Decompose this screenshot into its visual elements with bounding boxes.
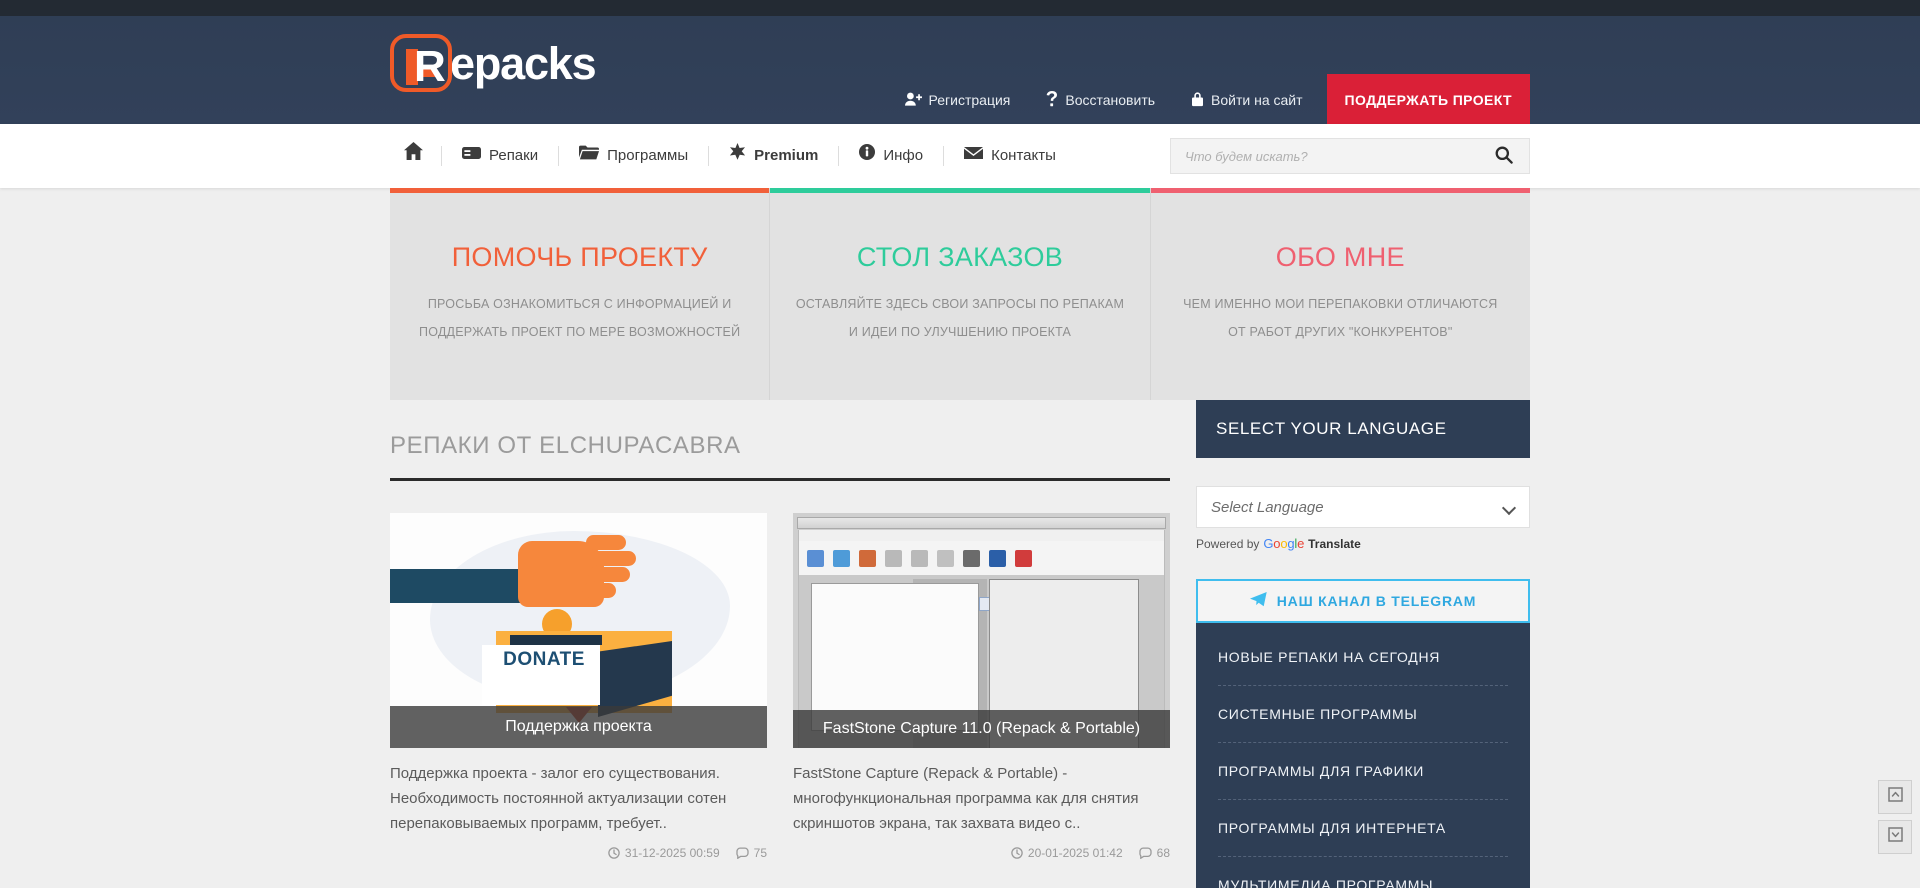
article-title[interactable]: FastStone Capture 11.0 (Repack & Portabl… <box>793 710 1170 748</box>
category-item-system-programs[interactable]: СИСТЕМНЫЕ ПРОГРАММЫ <box>1218 686 1508 743</box>
category-item-internet-programs[interactable]: ПРОГРАММЫ ДЛЯ ИНТЕРНЕТА <box>1218 800 1508 857</box>
scroll-buttons <box>1878 780 1912 854</box>
article-list: DONATE Поддержка проекта Поддержка проек… <box>390 481 1170 860</box>
sidebar: SELECT YOUR LANGUAGE Select Language Pow… <box>1196 400 1530 888</box>
promo-title: СТОЛ ЗАКАЗОВ <box>856 242 1064 272</box>
envelope-icon <box>964 124 984 188</box>
article-thumbnail[interactable]: FastStone Capture 11.0 (Repack & Portabl… <box>793 513 1170 748</box>
main-column: РЕПАКИ ОТ ELCHUPACABRA DONATE Поддержка … <box>390 400 1170 888</box>
promo-boxes: ПОМОЧЬ ПРОЕКТУ ПРОСЬБА ОЗНАКОМИТЬСЯ С ИН… <box>390 188 1530 400</box>
nav-item-premium[interactable]: Premium <box>709 124 838 188</box>
language-select-wrap: Select Language <box>1196 458 1530 528</box>
scroll-up-button[interactable] <box>1878 780 1912 814</box>
search-input[interactable] <box>1170 138 1478 174</box>
register-link[interactable]: Регистрация <box>904 92 1011 109</box>
logo-icon: R <box>390 34 452 92</box>
star-icon <box>729 124 746 188</box>
nav-item-home[interactable] <box>390 124 441 188</box>
category-item-graphics-programs[interactable]: ПРОГРАММЫ ДЛЯ ГРАФИКИ <box>1218 743 1508 800</box>
promo-accent-line <box>390 188 770 193</box>
search-button[interactable] <box>1478 138 1530 174</box>
language-widget-title: SELECT YOUR LANGUAGE <box>1196 400 1530 458</box>
article-comments: 75 <box>735 846 767 860</box>
nav-item-programs[interactable]: Программы <box>559 124 708 188</box>
telegram-button-label: НАШ КАНАЛ В TELEGRAM <box>1276 593 1477 609</box>
category-item-multimedia-programs[interactable]: МУЛЬТИМЕДИА ПРОГРАММЫ <box>1218 857 1508 888</box>
recover-link[interactable]: Восстановить <box>1046 90 1156 110</box>
top-strip <box>0 0 1920 16</box>
article-date: 20-01-2025 01:42 <box>1011 846 1123 860</box>
nav-item-info-label: Инфо <box>883 147 924 164</box>
clock-icon <box>608 847 620 859</box>
google-logo-icon: Google <box>1263 536 1305 551</box>
promo-accent-line <box>1150 188 1530 193</box>
scroll-down-button[interactable] <box>1878 820 1912 854</box>
nav-item-contacts-label: Контакты <box>991 147 1056 164</box>
lock-icon <box>1191 91 1204 110</box>
support-project-button[interactable]: ПОДДЕРЖАТЬ ПРОЕКТ <box>1326 74 1530 126</box>
register-label: Регистрация <box>928 92 1011 108</box>
user-plus-icon <box>904 92 922 109</box>
language-select[interactable]: Select Language <box>1196 486 1530 528</box>
promo-help-project[interactable]: ПОМОЧЬ ПРОЕКТУ ПРОСЬБА ОЗНАКОМИТЬСЯ С ИН… <box>390 188 771 400</box>
main-navbar: Репаки Программы Premium Инфо Контакты Ч… <box>0 124 1920 188</box>
search-icon <box>1495 146 1513 167</box>
promo-title: ПОМОЧЬ ПРОЕКТУ <box>451 242 708 272</box>
nav-item-info[interactable]: Инфо <box>839 124 943 188</box>
logo-letter: R <box>414 42 446 91</box>
clock-icon <box>1011 847 1023 859</box>
login-link[interactable]: Войти на сайт <box>1191 91 1303 110</box>
article-card[interactable]: DONATE Поддержка проекта Поддержка проек… <box>390 513 767 860</box>
page-root: R epacks Регистрация Восстановить Войти … <box>0 0 1920 888</box>
article-meta: 20-01-2025 01:42 68 <box>793 836 1170 860</box>
telegram-icon <box>1249 592 1267 610</box>
article-thumbnail[interactable]: DONATE Поддержка проекта <box>390 513 767 748</box>
article-excerpt: Поддержка проекта - залог его существова… <box>390 765 727 832</box>
article-card[interactable]: FastStone Capture 11.0 (Repack & Portabl… <box>793 513 1170 860</box>
nav-item-repacks-label: Репаки <box>489 147 539 164</box>
promo-text: ОСТАВЛЯЙТЕ ЗДЕСЬ СВОИ ЗАПРОСЫ ПО РЕПАКАМ… <box>795 297 1125 339</box>
site-header: R epacks Регистрация Восстановить Войти … <box>0 16 1920 126</box>
article-date: 31-12-2025 00:59 <box>608 846 720 860</box>
box-icon <box>462 124 481 188</box>
comment-icon <box>735 847 749 860</box>
category-item-new-repacks[interactable]: НОВЫЕ РЕПАКИ НА СЕГОДНЯ <box>1218 629 1508 686</box>
promo-title: ОБО МНЕ <box>1275 242 1405 272</box>
article-meta: 31-12-2025 00:59 75 <box>390 836 767 860</box>
logo-text: epacks <box>450 37 597 89</box>
powered-by-google-translate: Powered by Google Translate <box>1196 536 1361 551</box>
nav-item-premium-label: Premium <box>754 147 819 164</box>
recover-label: Восстановить <box>1065 92 1156 108</box>
promo-text: ПРОСЬБА ОЗНАКОМИТЬСЯ С ИНФОРМАЦИЕЙ И ПОД… <box>419 297 741 339</box>
scroll-down-icon <box>1887 827 1903 847</box>
article-comments: 68 <box>1138 846 1170 860</box>
promo-about-me[interactable]: ОБО МНЕ ЧЕМ ИМЕННО МОИ ПЕРЕПАКОВКИ ОТЛИЧ… <box>1150 188 1530 400</box>
comment-icon <box>1138 847 1152 860</box>
donate-word: DONATE <box>503 649 585 670</box>
home-icon <box>404 124 423 188</box>
scroll-up-icon <box>1887 787 1903 807</box>
article-title[interactable]: Поддержка проекта <box>390 706 767 748</box>
folder-icon <box>579 124 600 188</box>
site-logo[interactable]: R epacks <box>390 32 597 94</box>
promo-accent-line <box>770 188 1150 193</box>
search-box <box>1170 138 1530 174</box>
nav-item-repacks[interactable]: Репаки <box>442 124 558 188</box>
nav-item-contacts[interactable]: Контакты <box>944 124 1076 188</box>
telegram-channel-button[interactable]: НАШ КАНАЛ В TELEGRAM <box>1196 579 1530 623</box>
nav-item-programs-label: Программы <box>607 147 689 164</box>
question-icon <box>1046 90 1058 110</box>
header-links: Регистрация Восстановить Войти на сайт П… <box>904 74 1530 126</box>
promo-order-desk[interactable]: СТОЛ ЗАКАЗОВ ОСТАВЛЯЙТЕ ЗДЕСЬ СВОИ ЗАПРО… <box>770 188 1151 400</box>
info-icon <box>859 124 876 188</box>
category-list: НОВЫЕ РЕПАКИ НА СЕГОДНЯ СИСТЕМНЫЕ ПРОГРА… <box>1196 623 1530 888</box>
content-area: РЕПАКИ ОТ ELCHUPACABRA DONATE Поддержка … <box>390 400 1530 888</box>
article-excerpt: FastStone Capture (Repack & Portable) - … <box>793 765 1139 832</box>
promo-text: ЧЕМ ИМЕННО МОИ ПЕРЕПАКОВКИ ОТЛИЧАЮТСЯ ОТ… <box>1183 297 1498 339</box>
login-label: Войти на сайт <box>1211 92 1303 108</box>
page-title: РЕПАКИ ОТ ELCHUPACABRA <box>390 400 1170 481</box>
